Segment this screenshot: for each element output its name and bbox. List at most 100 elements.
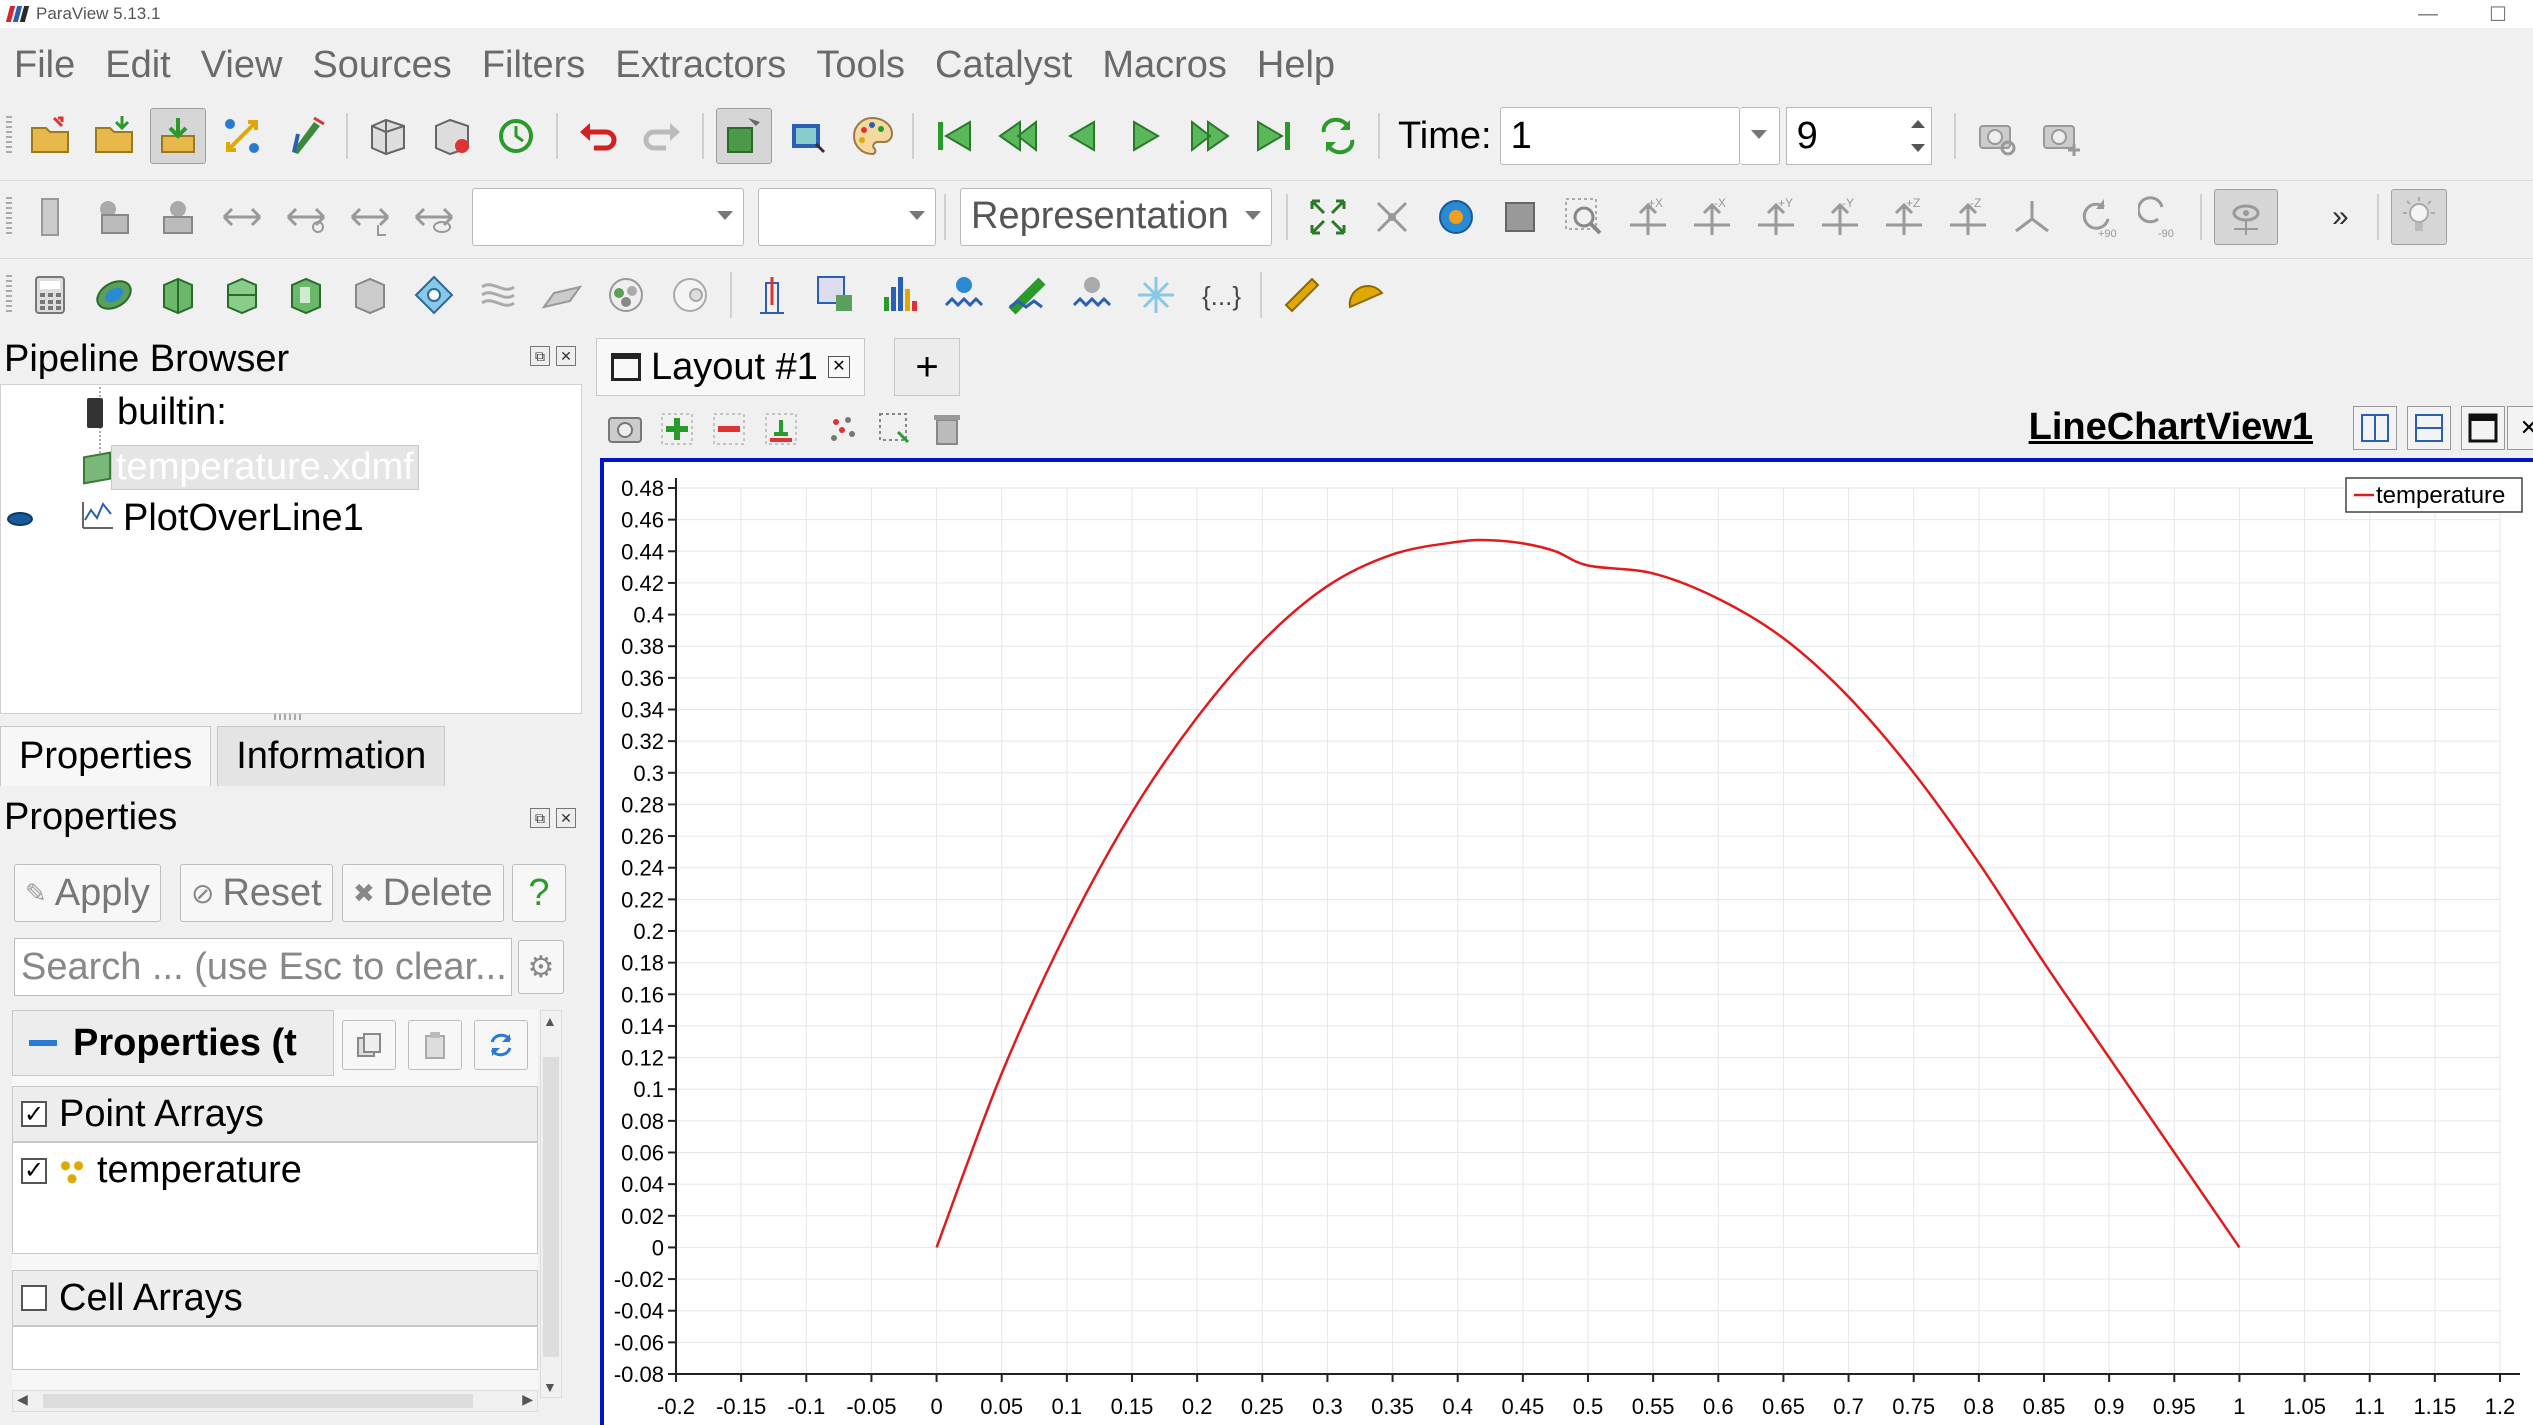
minimize-button[interactable]: — <box>2393 0 2463 28</box>
float-panel-button[interactable]: ⧉ <box>530 808 550 828</box>
loop-icon[interactable] <box>1310 108 1366 164</box>
float-panel-button[interactable]: ⧉ <box>530 346 550 366</box>
reload-icon[interactable] <box>488 108 544 164</box>
pipeline-item-plotoverline1[interactable]: PlotOverLine1 <box>7 497 364 540</box>
grow-selection-icon[interactable] <box>762 410 800 448</box>
time-value-combo[interactable]: 1 <box>1499 107 1740 165</box>
edit-color-map-icon[interactable] <box>86 189 142 245</box>
pipeline-item-builtin[interactable]: builtin: <box>87 391 227 434</box>
save-data-icon[interactable] <box>150 108 206 164</box>
probe-location-icon[interactable] <box>744 267 800 323</box>
point-arrays-checkbox[interactable]: ✓ <box>21 1101 47 1128</box>
zoom-to-data-icon[interactable] <box>1364 189 1420 245</box>
select-box-icon[interactable] <box>876 410 914 448</box>
slice-icon[interactable] <box>214 267 270 323</box>
maximize-view-icon[interactable] <box>2461 406 2505 450</box>
maximize-button[interactable]: ☐ <box>2463 0 2533 28</box>
close-panel-button[interactable]: ✕ <box>556 808 576 828</box>
close-tab-icon[interactable]: ✕ <box>827 356 850 378</box>
open-file-icon[interactable] <box>22 108 78 164</box>
line-chart[interactable]: 0.48 0.46 0.44 0.42 0.4 0.38 0.36 0.34 0.32 0.3 0.… <box>604 462 2533 1425</box>
zoom-out-icon[interactable] <box>710 410 748 448</box>
splitter-handle[interactable] <box>274 714 304 720</box>
tab-layout-1[interactable]: Layout #1 ✕ <box>596 338 865 396</box>
toolbar-grip[interactable] <box>6 116 12 156</box>
list-item[interactable]: ✓ temperature <box>21 1149 302 1192</box>
particle-tracer-icon[interactable] <box>1128 267 1184 323</box>
histogram-icon[interactable] <box>872 267 928 323</box>
protractor-icon[interactable] <box>1338 267 1394 323</box>
menu-tools[interactable]: Tools <box>816 44 905 87</box>
save-state-file-icon[interactable] <box>424 108 480 164</box>
split-vertical-icon[interactable] <box>2407 406 2451 450</box>
cell-arrays-checkbox[interactable] <box>21 1285 47 1311</box>
extract-subset-icon[interactable] <box>342 267 398 323</box>
menu-macros[interactable]: Macros <box>1102 44 1227 87</box>
view-minus-x-icon[interactable]: -X <box>1684 189 1740 245</box>
previous-frame-icon[interactable] <box>990 108 1046 164</box>
first-frame-icon[interactable] <box>926 108 982 164</box>
delete-button[interactable]: ✖ Delete <box>342 864 504 922</box>
toolbar-grip[interactable] <box>6 274 12 315</box>
time-dropdown-button[interactable] <box>1739 107 1780 165</box>
rescale-eye-icon[interactable] <box>406 189 462 245</box>
interact-mode-icon[interactable] <box>716 108 772 164</box>
next-frame-icon[interactable] <box>1182 108 1238 164</box>
group-datasets-icon[interactable] <box>598 267 654 323</box>
clip-icon[interactable] <box>150 267 206 323</box>
menu-extractors[interactable]: Extractors <box>615 44 786 87</box>
rescale-temporal-icon[interactable] <box>342 189 398 245</box>
close-view-icon[interactable]: ✕ <box>2507 406 2533 450</box>
menu-file[interactable]: File <box>14 44 75 87</box>
rescale-custom-icon[interactable] <box>214 189 270 245</box>
add-camera-icon[interactable] <box>2032 108 2088 164</box>
menu-filters[interactable]: Filters <box>482 44 585 87</box>
last-frame-icon[interactable] <box>1246 108 1302 164</box>
view-plus-z-icon[interactable]: +Z <box>1876 189 1932 245</box>
threshold-icon[interactable] <box>278 267 334 323</box>
cell-arrays-header[interactable]: Cell Arrays <box>12 1270 538 1326</box>
rotate-plus-90-icon[interactable]: +90 <box>2068 189 2124 245</box>
undo-icon[interactable] <box>570 108 626 164</box>
component-combo[interactable] <box>758 187 936 246</box>
coloring-combo[interactable] <box>472 187 744 246</box>
tab-properties[interactable]: Properties <box>0 726 212 786</box>
load-state-icon[interactable] <box>360 108 416 164</box>
zoom-closest-icon[interactable] <box>1428 189 1484 245</box>
point-arrays-header[interactable]: ✓ Point Arrays <box>12 1086 538 1142</box>
tab-information[interactable]: Information <box>217 726 446 786</box>
camera-link-icon[interactable] <box>780 108 836 164</box>
rotate-minus-90-icon[interactable]: -90 <box>2132 189 2188 245</box>
center-axes-visibility-icon[interactable] <box>2214 188 2278 245</box>
advanced-settings-gear-icon[interactable]: ⚙ <box>518 940 564 994</box>
help-button[interactable]: ? <box>512 864 566 922</box>
calculator-icon[interactable] <box>22 267 78 323</box>
color-palette-icon[interactable] <box>844 108 900 164</box>
menu-sources[interactable]: Sources <box>312 44 451 87</box>
reset-button[interactable]: ⊘ Reset <box>180 864 333 922</box>
add-layout-tab-button[interactable]: + <box>894 338 960 396</box>
python-calculator-icon[interactable]: {...} <box>1192 267 1248 323</box>
vertical-scrollbar[interactable]: ▲ ▼ <box>540 1010 562 1398</box>
zoom-to-box-icon[interactable] <box>1492 189 1548 245</box>
capture-screenshot-icon[interactable] <box>606 410 644 448</box>
stream-tracer-icon[interactable] <box>470 267 526 323</box>
menu-help[interactable]: Help <box>1257 44 1335 87</box>
paste-properties-icon[interactable] <box>408 1020 462 1070</box>
redo-icon[interactable] <box>634 108 690 164</box>
horizontal-scrollbar[interactable]: ◀ ▶ <box>12 1390 538 1412</box>
timestep-spinbox[interactable]: 9 <box>1785 107 1932 165</box>
menu-view[interactable]: View <box>201 44 283 87</box>
menu-edit[interactable]: Edit <box>105 44 170 87</box>
reset-camera-icon[interactable] <box>1300 189 1356 245</box>
warp-by-vector-icon[interactable] <box>534 267 590 323</box>
close-panel-button[interactable]: ✕ <box>556 346 576 366</box>
view-minus-z-icon[interactable]: -Z <box>1940 189 1996 245</box>
light-kit-icon[interactable] <box>2390 188 2447 245</box>
play-icon[interactable] <box>1118 108 1174 164</box>
apply-button[interactable]: ✎ Apply <box>14 864 161 922</box>
plot-data-over-time-icon[interactable] <box>1000 267 1056 323</box>
restore-defaults-icon[interactable] <box>474 1020 528 1070</box>
pipeline-item-temperature-xdmf[interactable]: temperature.xdmf <box>83 445 419 490</box>
ruler-icon[interactable] <box>1274 267 1330 323</box>
